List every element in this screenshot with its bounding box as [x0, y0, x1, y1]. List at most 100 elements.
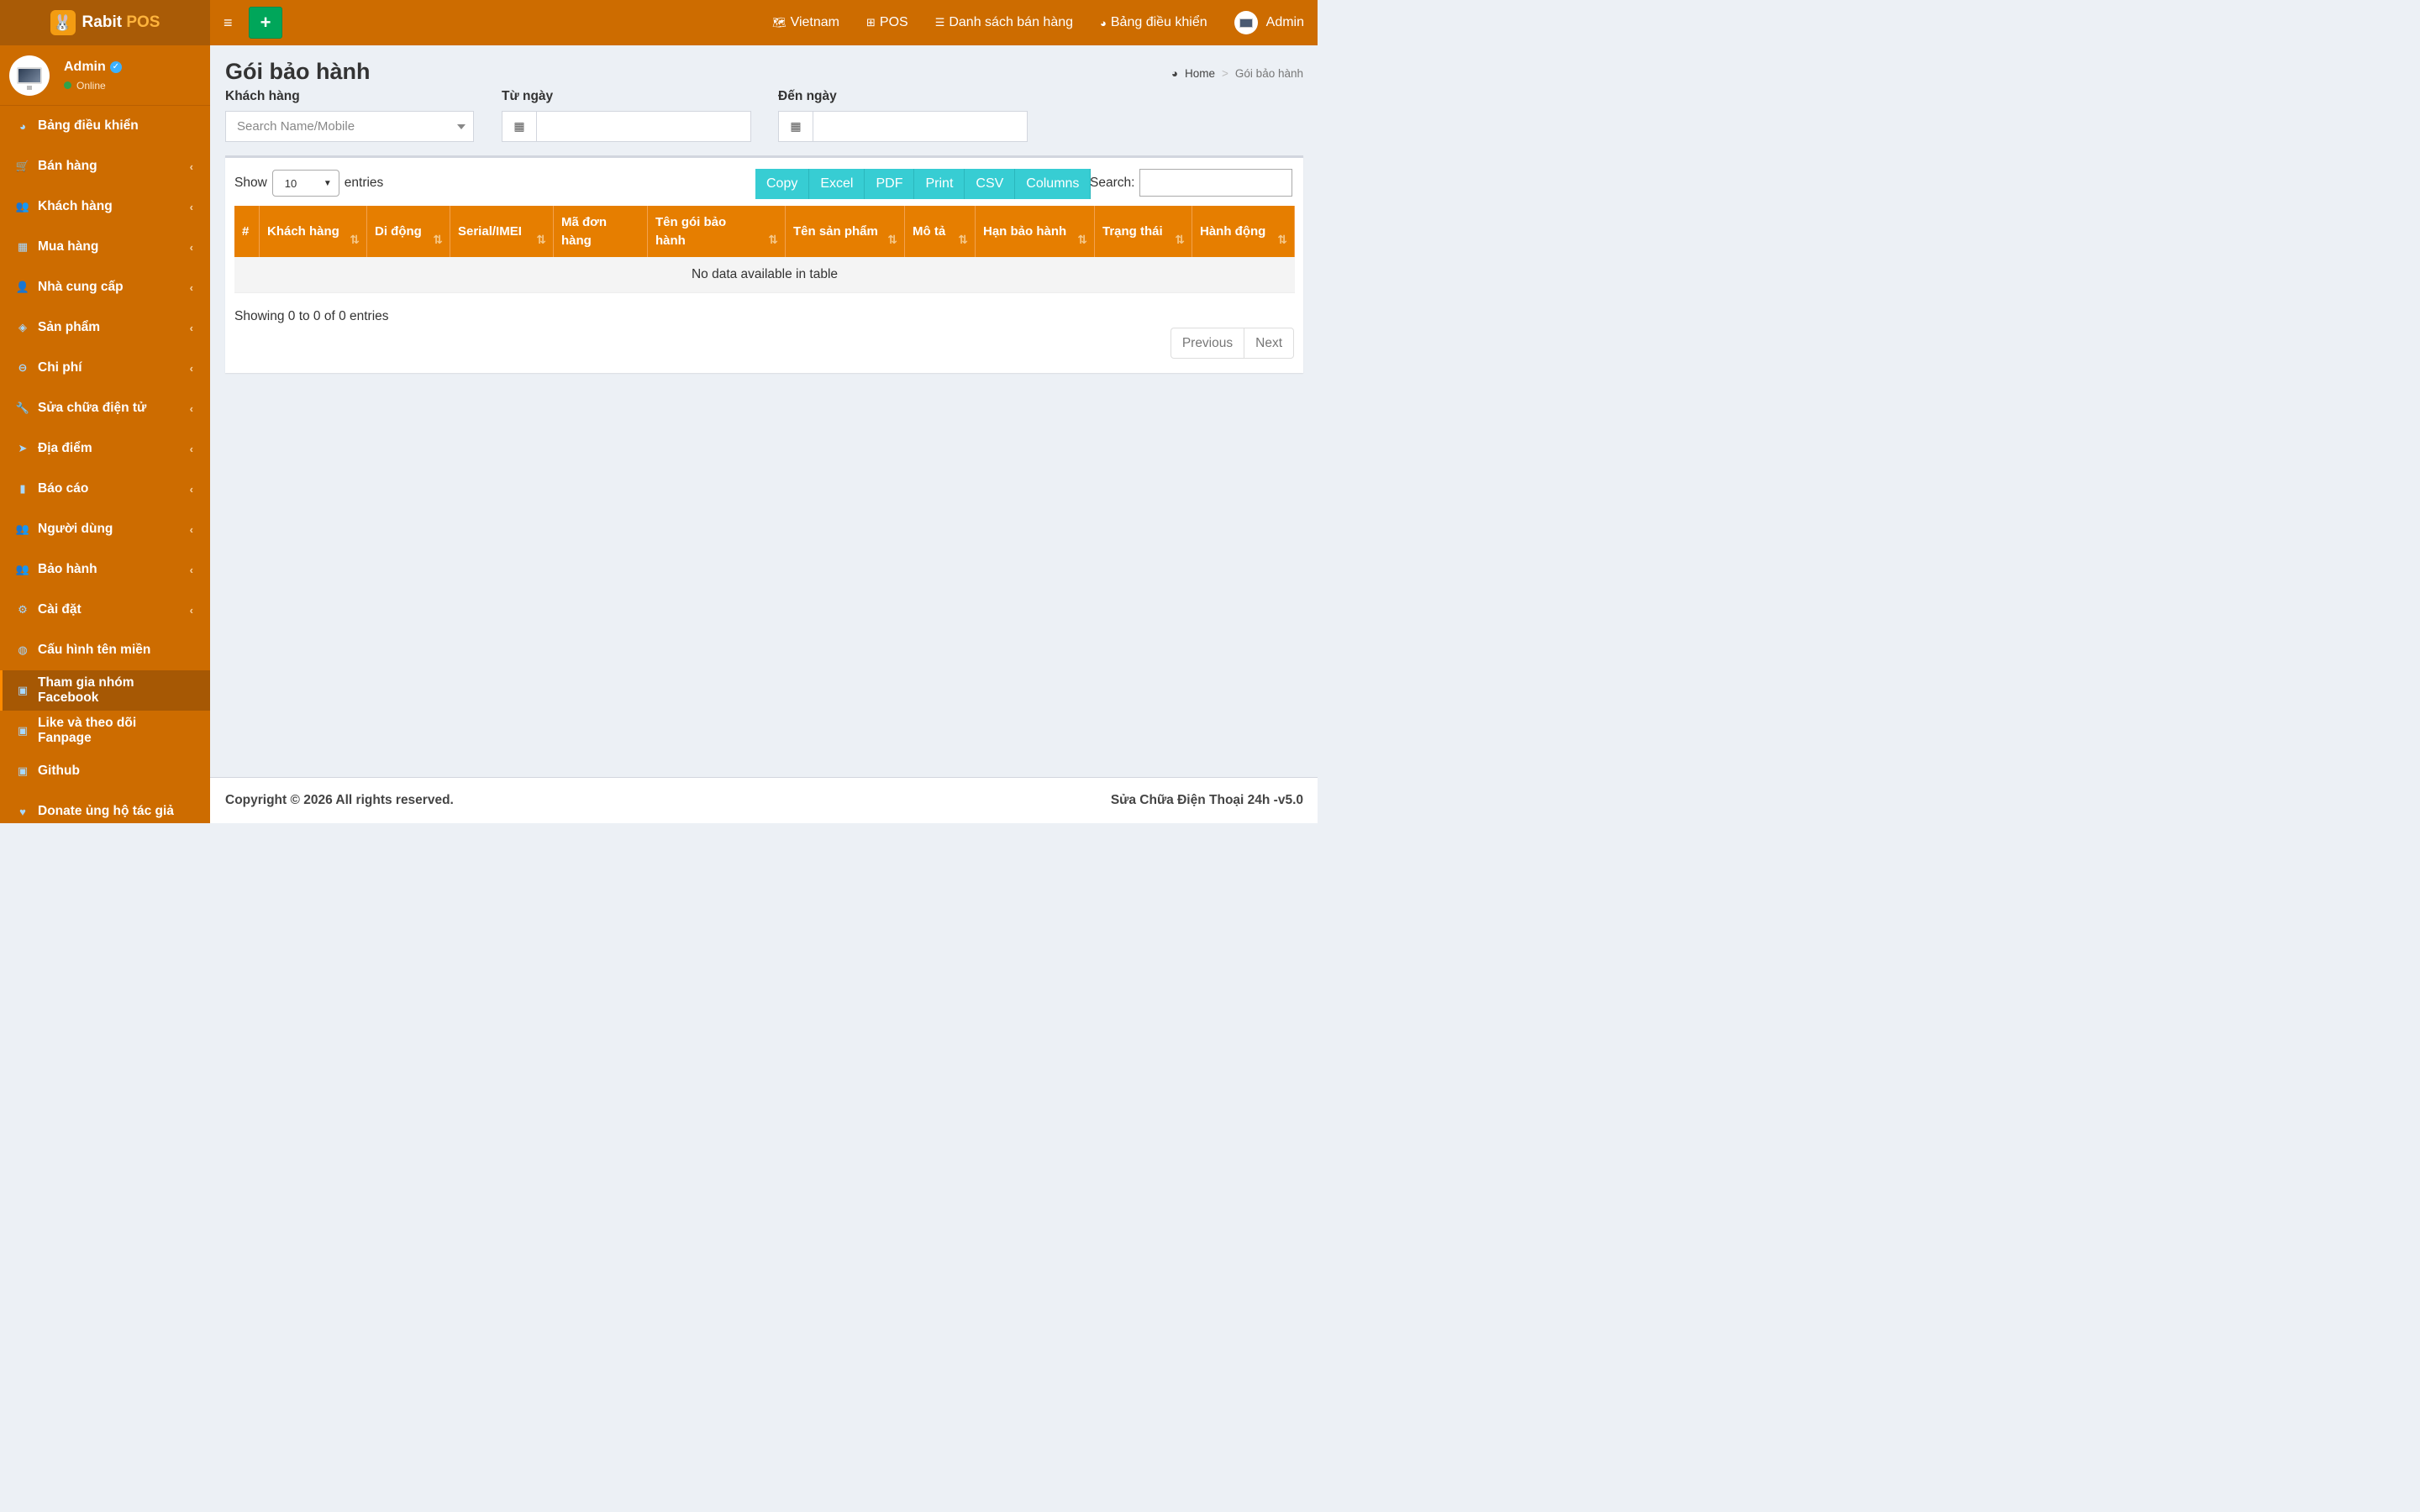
column-header[interactable]: Hành động ⇅ — [1192, 206, 1295, 257]
breadcrumb-home[interactable]: Home — [1185, 67, 1215, 80]
warranty-table: # Khách hàng ⇅ Di động ⇅ Serial/IMEI ⇅ Mã đơn h… — [234, 206, 1295, 293]
export-print-button[interactable]: Print — [914, 169, 965, 199]
column-header[interactable]: Khách hàng ⇅ — [260, 206, 367, 257]
export-pdf-button[interactable]: PDF — [865, 169, 915, 199]
pagination: Previous Next — [1170, 328, 1294, 359]
column-header[interactable]: Tên sản phẩm ⇅ — [786, 206, 905, 257]
sidebar-item[interactable]: 👥 Người dùng ‹ — [0, 509, 210, 549]
brand-logo[interactable]: 🐰 Rabit POS — [0, 0, 210, 45]
sidebar-item[interactable]: ⚙ Cài đặt ‹ — [0, 590, 210, 630]
from-date-input[interactable] — [537, 111, 751, 142]
export-buttons: Copy Excel PDF Print CSV Columns — [755, 169, 1092, 199]
table-header: # Khách hàng ⇅ Di động ⇅ Serial/IMEI ⇅ Mã đơn h… — [234, 206, 1295, 257]
language-icon: 🗺 — [772, 16, 786, 29]
dashboard-icon: ◕ — [1100, 16, 1107, 29]
sidebar-item-label: Bảng điều khiển — [38, 118, 139, 133]
user-plus-icon: 👤 — [15, 281, 30, 293]
sort-icon: ⇅ — [536, 233, 546, 246]
sidebar-item-label: Khách hàng — [38, 199, 113, 213]
empty-message: No data available in table — [691, 267, 839, 281]
column-header: # — [234, 206, 260, 257]
column-header[interactable]: Serial/IMEI ⇅ — [450, 206, 554, 257]
sidebar-item[interactable]: 👥 Bảo hành ‹ — [0, 549, 210, 590]
column-header: Mã đơn hàng — [554, 206, 648, 257]
avatar — [9, 55, 50, 96]
sidebar-item-label: Cấu hình tên miền — [38, 643, 151, 657]
next-button[interactable]: Next — [1244, 328, 1293, 358]
column-header[interactable]: Trạng thái ⇅ — [1095, 206, 1192, 257]
chevron-left-icon: ‹ — [189, 361, 193, 375]
hamburger-menu-icon[interactable]: ≡ — [224, 14, 235, 32]
sidebar-item[interactable]: ◕ Bảng điều khiển — [0, 106, 210, 146]
search-input[interactable] — [1139, 169, 1293, 197]
top-nav-item[interactable]: ☰ Danh sách bán hàng — [922, 0, 1086, 45]
sidebar-item[interactable]: ➤ Địa điểm ‹ — [0, 428, 210, 469]
top-nav-item[interactable]: ⊞ POS — [853, 0, 922, 45]
sidebar-item[interactable]: ▦ Mua hàng ‹ — [0, 227, 210, 267]
sidebar-item[interactable]: 👥 Khách hàng ‹ — [0, 186, 210, 227]
sidebar-item[interactable]: ◈ Sản phẩm ‹ — [0, 307, 210, 348]
column-header-label: Trạng thái — [1102, 223, 1163, 239]
caret-down-icon — [457, 124, 466, 129]
export-columns-button[interactable]: Columns — [1015, 169, 1092, 199]
page-length-value: 10 — [284, 176, 297, 190]
export-copy-button[interactable]: Copy — [755, 169, 810, 199]
sidebar-item[interactable]: 🛒 Bán hàng ‹ — [0, 146, 210, 186]
sidebar-item[interactable]: ▣ Github — [0, 751, 210, 791]
calendar-icon[interactable]: ▦ — [778, 111, 813, 142]
sidebar-item-label: Nhà cung cấp — [38, 280, 124, 294]
top-nav-item[interactable]: ◕ Bảng điều khiển — [1086, 0, 1221, 45]
footer: Copyright © 2026 All rights reserved. Sử… — [210, 777, 1318, 823]
quick-add-button[interactable]: + — [249, 7, 282, 39]
gears-icon: ⚙ — [18, 603, 28, 616]
sidebar-item[interactable]: ⊖ Chi phí ‹ — [0, 348, 210, 388]
page-length-select[interactable]: 10 ▼ — [271, 170, 339, 197]
column-header-label: Khách hàng — [267, 223, 339, 239]
column-header[interactable]: Tên gói bảo hành ⇅ — [648, 206, 786, 257]
chevron-left-icon: ‹ — [189, 200, 193, 213]
chevron-left-icon: ‹ — [189, 402, 193, 415]
sort-icon: ⇅ — [1077, 233, 1087, 246]
sidebar-item[interactable]: 🔧 Sửa chữa điện tử ‹ — [0, 388, 210, 428]
top-nav-label: Vietnam — [790, 15, 839, 29]
plus-square-icon: ⊞ — [865, 16, 876, 29]
sort-icon: ⇅ — [1277, 233, 1287, 246]
sidebar-item[interactable]: ♥ Donate ủng hộ tác giả — [0, 791, 210, 823]
column-header[interactable]: Mô tả ⇅ — [905, 206, 976, 257]
sidebar-item-label: Báo cáo — [38, 481, 89, 496]
sidebar-item-label: Bán hàng — [38, 159, 97, 173]
sidebar-item[interactable]: ▣ Like và theo dõi Fanpage — [0, 711, 210, 751]
user-panel: Admin ✓ Online — [0, 45, 210, 106]
customer-select[interactable]: Search Name/Mobile — [225, 111, 474, 142]
top-nav-item[interactable]: 🗺 Vietnam — [759, 0, 853, 45]
cart-icon: 🛒 — [15, 160, 30, 172]
sidebar-item[interactable]: ▮ Báo cáo ‹ — [0, 469, 210, 509]
sidebar-item-label: Github — [38, 764, 80, 778]
sidebar-item-label: Cài đặt — [38, 602, 82, 617]
main-content: Gói bảo hành ◕ Home > Gói bảo hành Khách… — [210, 45, 1318, 777]
column-header[interactable]: Di động ⇅ — [367, 206, 450, 257]
sidebar-item-label: Mua hàng — [38, 239, 99, 254]
chevron-left-icon: ‹ — [189, 563, 193, 576]
show-label: Show — [234, 176, 267, 190]
entries-label: entries — [344, 176, 384, 190]
to-date-input[interactable] — [813, 111, 1028, 142]
avatar — [1234, 11, 1258, 34]
sidebar-item-label: Sửa chữa điện tử — [38, 401, 147, 415]
breadcrumb-current: Gói bảo hành — [1234, 67, 1303, 80]
calendar-icon[interactable]: ▦ — [502, 111, 537, 142]
user-menu[interactable]: Admin — [1221, 0, 1318, 45]
sidebar-item[interactable]: 👤 Nhà cung cấp ‹ — [0, 267, 210, 307]
chevron-left-icon: ‹ — [189, 160, 193, 173]
minus-circle-icon: ⊖ — [18, 361, 28, 374]
chevron-left-icon: ‹ — [189, 281, 193, 294]
list-icon: ☰ — [934, 16, 945, 29]
export-excel-button[interactable]: Excel — [809, 169, 865, 199]
column-header[interactable]: Hạn bảo hành ⇅ — [976, 206, 1095, 257]
sidebar-item[interactable]: ▣ Tham gia nhóm Facebook — [0, 670, 210, 711]
previous-button[interactable]: Previous — [1171, 328, 1244, 358]
export-csv-button[interactable]: CSV — [965, 169, 1016, 199]
grid-icon: ▦ — [17, 240, 29, 253]
sidebar-item[interactable]: ◍ Cấu hình tên miền — [0, 630, 210, 670]
sidebar-menu: ◕ Bảng điều khiển 🛒 Bán hàng ‹ 👥 Khách hàng ‹ ▦ M… — [0, 106, 210, 823]
